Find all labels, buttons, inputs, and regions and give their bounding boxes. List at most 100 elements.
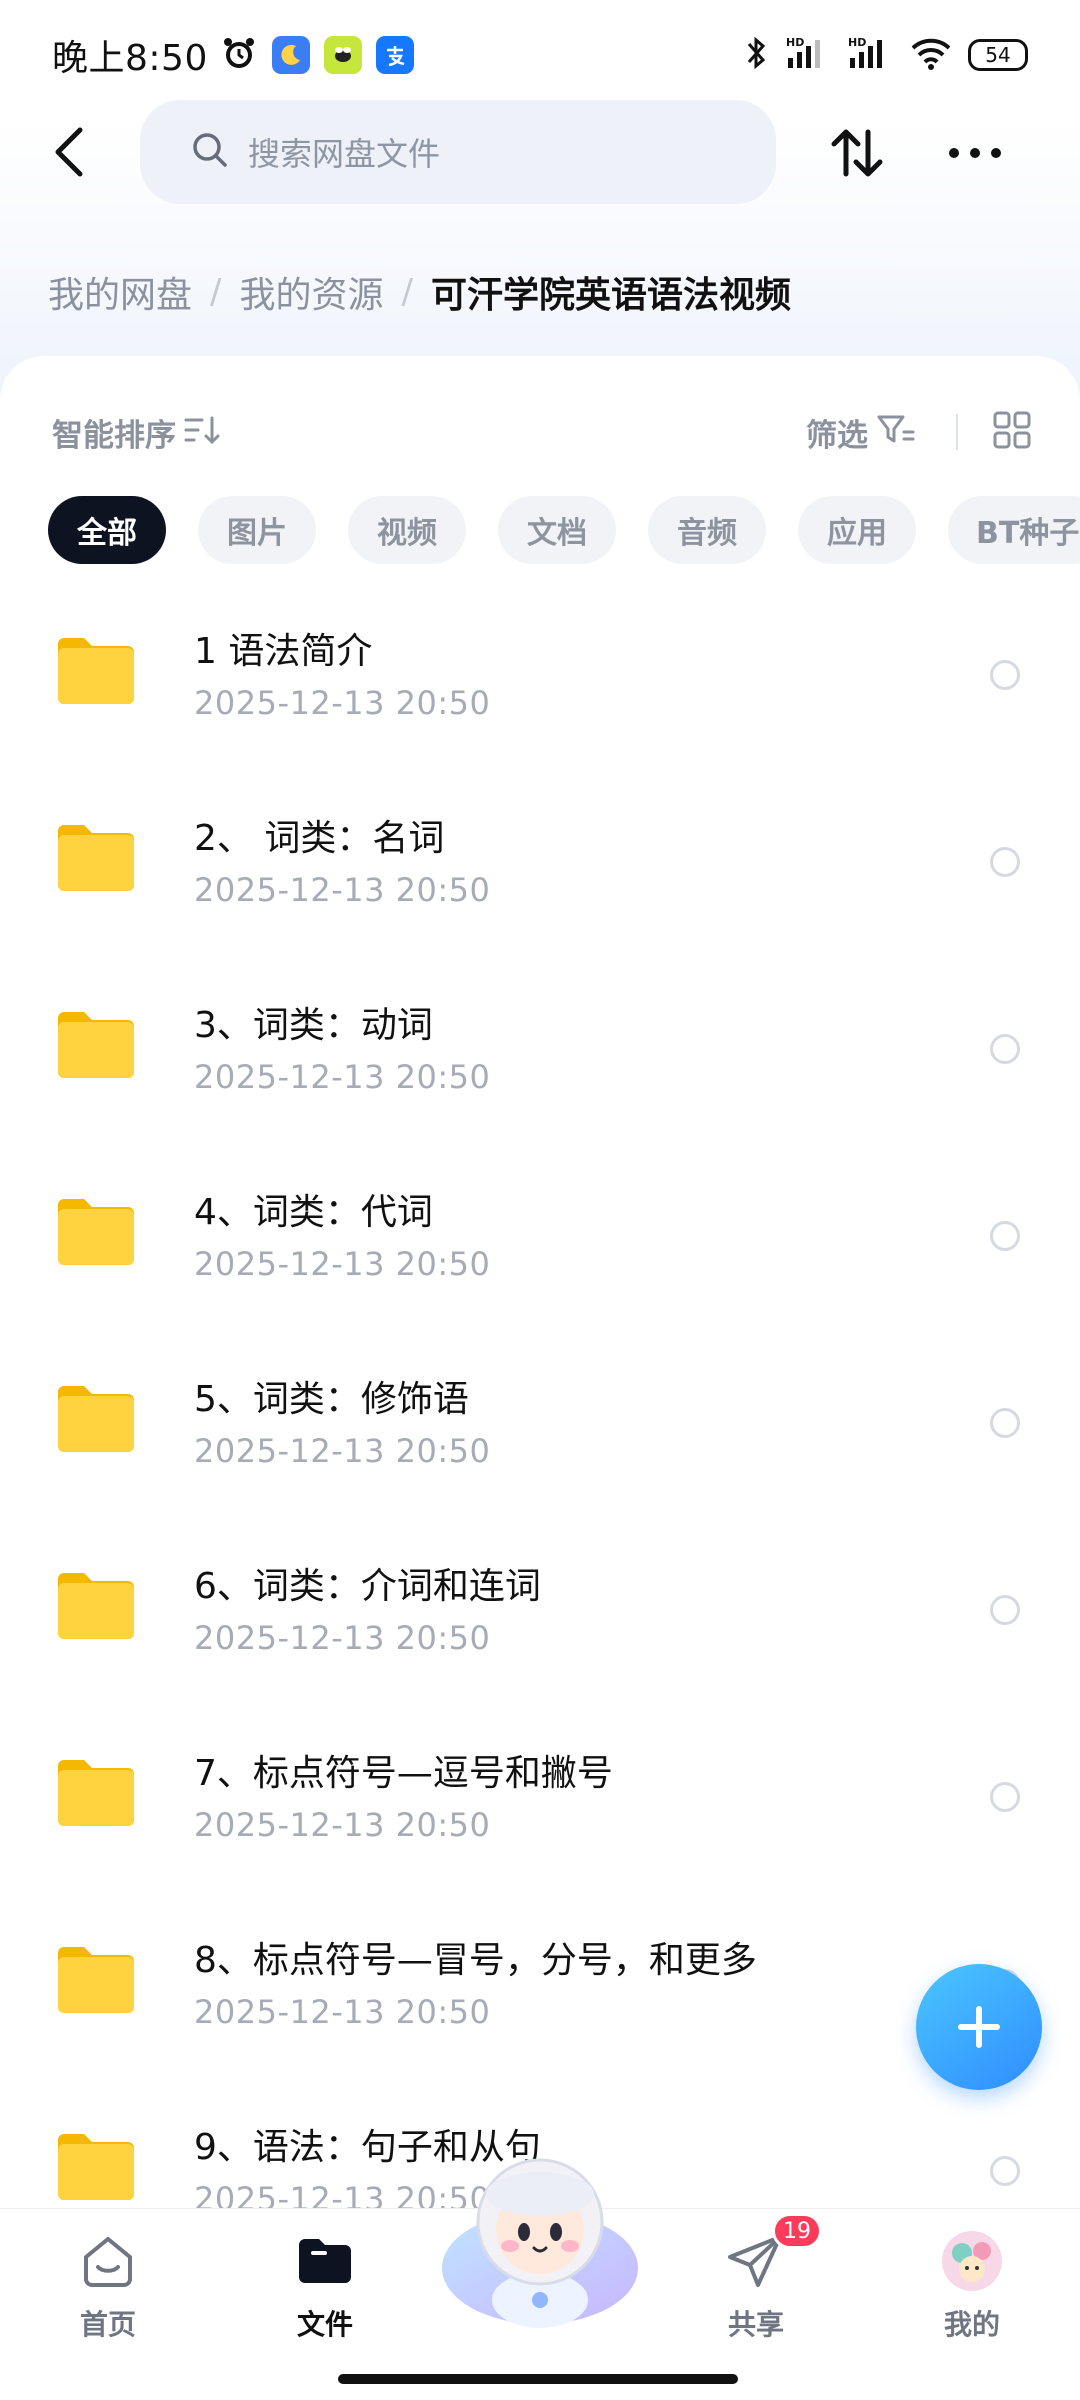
mascot-icon [442, 2158, 638, 2328]
list-toolbar: 智能排序 筛选 [52, 400, 1032, 464]
search-placeholder: 搜索网盘文件 [248, 135, 441, 173]
filter-button[interactable]: 筛选 [806, 410, 868, 455]
breadcrumb-current-folder: 可汗学院英语语法视频 [430, 275, 791, 316]
chip-documents[interactable]: 文档 [498, 496, 616, 564]
search-input[interactable]: 搜索网盘文件 [140, 100, 776, 204]
file-row[interactable]: 3、词类：动词 2025-12-13 20:50 [0, 954, 1080, 1141]
file-name: 1 语法简介 [194, 631, 373, 672]
select-checkbox[interactable] [990, 847, 1020, 877]
breadcrumb-my-drive[interactable]: 我的网盘 [48, 266, 192, 318]
svg-text:HD: HD [786, 36, 804, 49]
file-date: 2025-12-13 20:50 [194, 1058, 491, 1096]
breadcrumb-separator: / [210, 272, 222, 312]
sort-order-icon[interactable] [182, 412, 222, 452]
signal-icon-2: HD [848, 34, 894, 76]
folder-icon [54, 1752, 138, 1832]
smart-sort-button[interactable]: 智能排序 [52, 410, 176, 455]
select-checkbox[interactable] [990, 2156, 1020, 2186]
add-button[interactable] [916, 1964, 1042, 2090]
folder-icon [54, 1939, 138, 2019]
file-name: 5、词类：修饰语 [194, 1379, 469, 1420]
nav-files[interactable]: 文件 [255, 2229, 395, 2349]
toolbar-divider [956, 414, 958, 450]
breadcrumb-separator: / [401, 272, 413, 312]
status-app-icons [220, 34, 414, 76]
nav-share[interactable]: 19 共享 [686, 2213, 826, 2349]
file-list: 1 语法简介 2025-12-13 20:50 2、 词类：名词 2025-12-13… [0, 580, 1080, 2210]
transfer-button[interactable] [826, 122, 888, 184]
chip-all[interactable]: 全部 [48, 496, 166, 564]
moon-app-icon [271, 36, 310, 74]
select-checkbox[interactable] [990, 660, 1020, 690]
select-checkbox[interactable] [990, 1408, 1020, 1438]
select-checkbox[interactable] [990, 1782, 1020, 1812]
nav-share-label: 共享 [727, 2308, 784, 2341]
svg-text:HD: HD [848, 36, 866, 49]
filter-icon[interactable] [876, 412, 916, 452]
chip-audio[interactable]: 音频 [648, 496, 766, 564]
breadcrumb-my-resources[interactable]: 我的资源 [239, 266, 383, 318]
battery-indicator: 54 [968, 39, 1028, 71]
nav-home[interactable]: 首页 [38, 2229, 178, 2349]
folder-icon [54, 1004, 138, 1084]
file-row[interactable]: 4、词类：代词 2025-12-13 20:50 [0, 1141, 1080, 1328]
nav-me-label: 我的 [943, 2308, 1000, 2341]
transfer-arrows-icon [831, 129, 883, 177]
file-name: 2、 词类：名词 [194, 818, 445, 859]
select-checkbox[interactable] [990, 1034, 1020, 1064]
folder-icon [54, 1378, 138, 1458]
search-icon [190, 130, 230, 174]
share-send-icon: 19 [724, 2213, 822, 2293]
folder-icon [54, 630, 138, 710]
file-date: 2025-12-13 20:50 [194, 1619, 491, 1657]
back-button[interactable] [40, 120, 104, 184]
header: 搜索网盘文件 [0, 100, 1080, 204]
file-row[interactable]: 2、 词类：名词 2025-12-13 20:50 [0, 767, 1080, 954]
more-button[interactable] [944, 122, 1006, 184]
file-name: 7、标点符号—逗号和撇号 [194, 1753, 613, 1794]
chip-bt-torrents[interactable]: BT种子 [948, 496, 1080, 564]
folder-icon [54, 1191, 138, 1271]
folder-icon [54, 817, 138, 897]
more-dots-icon [949, 148, 1001, 158]
chip-videos[interactable]: 视频 [348, 496, 466, 564]
share-badge: 19 [772, 2213, 822, 2249]
alipay-icon [375, 36, 414, 74]
status-time: 晚上8:50 [52, 38, 208, 79]
grid-view-icon[interactable] [992, 410, 1032, 454]
file-name: 8、标点符号—冒号，分号，和更多 [194, 1940, 757, 1981]
nav-me[interactable]: 我的 [902, 2229, 1042, 2349]
file-row[interactable]: 7、标点符号—逗号和撇号 2025-12-13 20:50 [0, 1702, 1080, 1889]
filter-group: 筛选 [806, 410, 1032, 455]
breadcrumb: 我的网盘 / 我的资源 / 可汗学院英语语法视频 [48, 262, 791, 322]
file-name: 6、词类：介词和连词 [194, 1566, 541, 1607]
file-row[interactable]: 8、标点符号—冒号，分号，和更多 2025-12-13 20:50 [0, 1889, 1080, 2076]
chip-images[interactable]: 图片 [198, 496, 316, 564]
mascot-assistant-button[interactable] [438, 2150, 642, 2330]
nav-home-label: 首页 [79, 2308, 136, 2341]
select-checkbox[interactable] [990, 1595, 1020, 1625]
file-date: 2025-12-13 20:50 [194, 1993, 491, 2031]
folder-icon [54, 1565, 138, 1645]
file-date: 2025-12-13 20:50 [194, 684, 491, 722]
home-icon [76, 2229, 140, 2293]
files-folder-icon [293, 2229, 357, 2293]
file-name: 3、词类：动词 [194, 1005, 433, 1046]
file-date: 2025-12-13 20:50 [194, 1245, 491, 1283]
select-checkbox[interactable] [990, 1221, 1020, 1251]
file-row[interactable]: 1 语法简介 2025-12-13 20:50 [0, 580, 1080, 767]
bluetooth-icon [744, 34, 770, 76]
status-system-icons: HD HD 54 [744, 34, 1028, 76]
category-chips: 全部 图片 视频 文档 音频 应用 BT种子 [48, 496, 1080, 564]
alarm-icon [220, 34, 258, 76]
chip-apps[interactable]: 应用 [798, 496, 916, 564]
avatar [940, 2229, 1004, 2293]
folder-icon [54, 2126, 138, 2206]
file-name: 4、词类：代词 [194, 1192, 433, 1233]
nav-files-label: 文件 [296, 2308, 353, 2341]
file-row[interactable]: 5、词类：修饰语 2025-12-13 20:50 [0, 1328, 1080, 1515]
file-row[interactable]: 6、词类：介词和连词 2025-12-13 20:50 [0, 1515, 1080, 1702]
file-date: 2025-12-13 20:50 [194, 871, 491, 909]
wifi-icon [910, 34, 952, 76]
signal-icon: HD [786, 34, 832, 76]
